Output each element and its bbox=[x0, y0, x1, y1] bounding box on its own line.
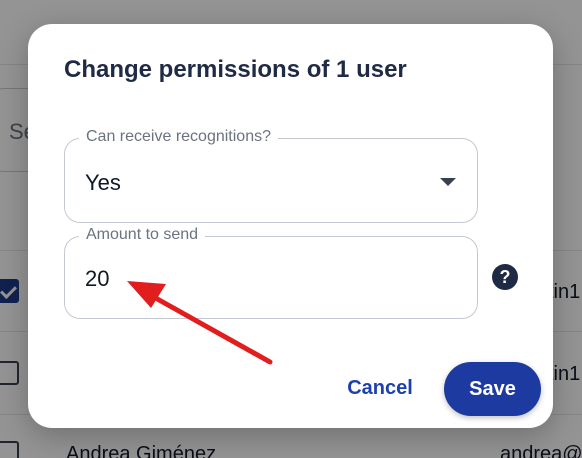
receive-recognitions-value: Yes bbox=[85, 170, 121, 195]
permissions-dialog: Change permissions of 1 user Can receive… bbox=[28, 24, 553, 428]
amount-to-send-input[interactable]: Amount to send 20 bbox=[64, 226, 478, 319]
screen: Se tin1 tin1 Andrea Giménez andrea@ Chan… bbox=[0, 0, 582, 458]
save-button[interactable]: Save bbox=[444, 362, 541, 416]
receive-recognitions-label: Can receive recognitions? bbox=[79, 128, 278, 146]
caret-down-icon bbox=[440, 178, 456, 186]
cancel-button[interactable]: Cancel bbox=[330, 366, 430, 410]
help-icon[interactable]: ? bbox=[492, 264, 518, 290]
dialog-title: Change permissions of 1 user bbox=[64, 56, 407, 83]
receive-recognitions-select[interactable]: Can receive recognitions? Yes bbox=[64, 128, 478, 223]
amount-to-send-value: 20 bbox=[85, 266, 110, 291]
amount-to-send-label: Amount to send bbox=[79, 226, 206, 244]
